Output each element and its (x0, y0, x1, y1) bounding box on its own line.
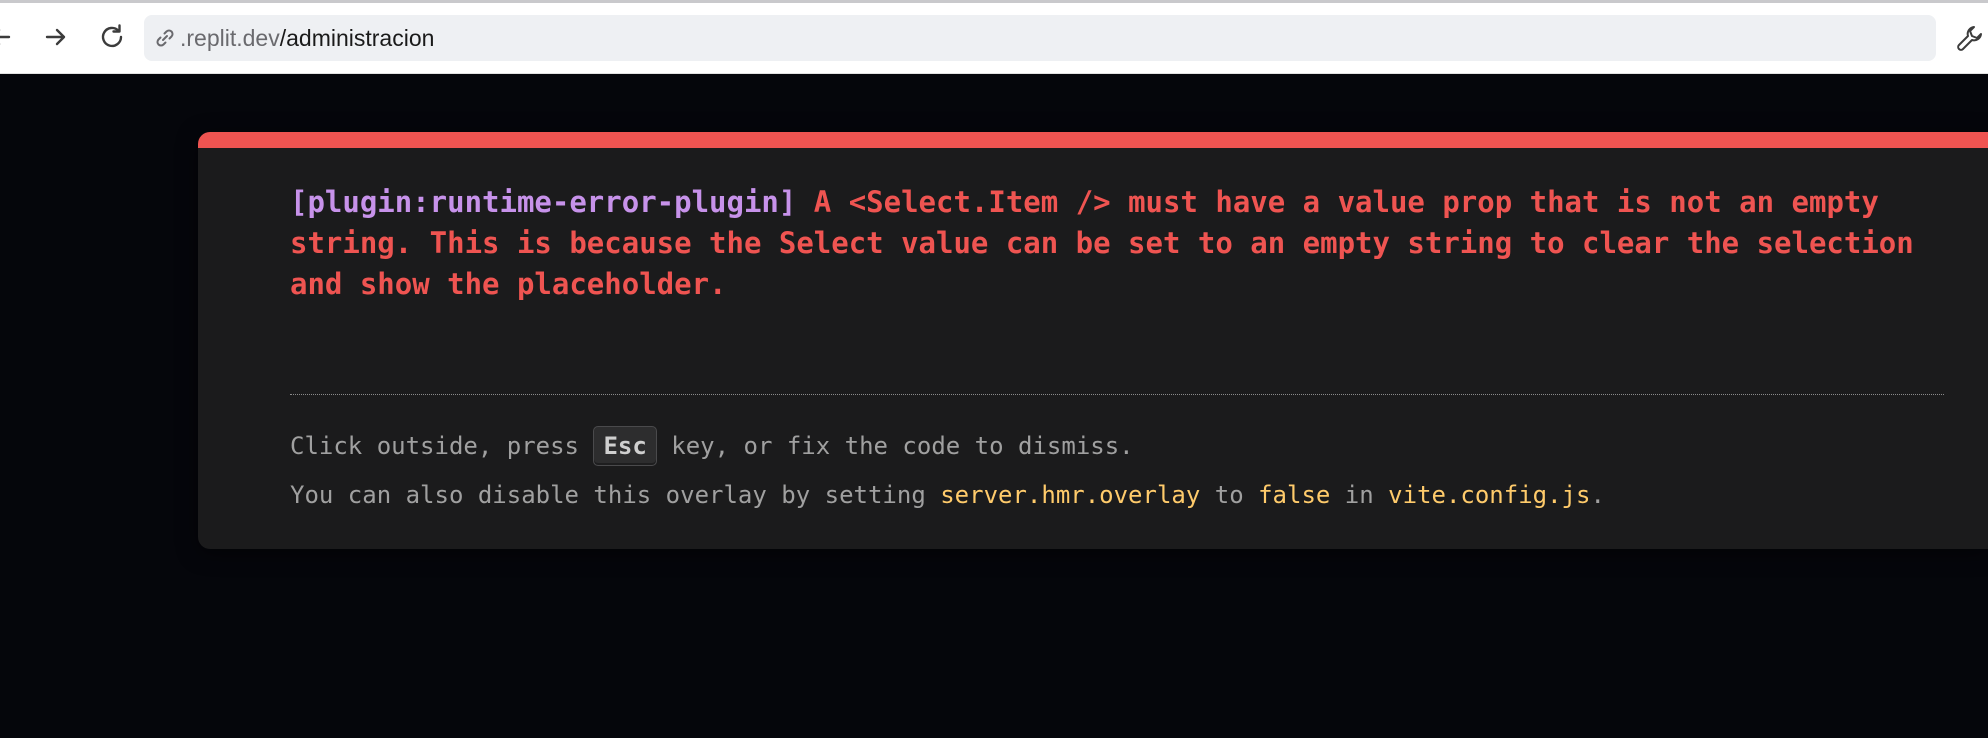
url-text: .replit.dev/administracion (180, 15, 434, 61)
tip-text: Click outside, press (290, 432, 594, 460)
link-icon (156, 29, 174, 47)
config-file: vite.config.js (1388, 481, 1591, 509)
reload-button[interactable] (90, 15, 134, 59)
esc-key: Esc (593, 426, 657, 466)
error-message: [plugin:runtime-error-plugin] A <Select.… (290, 182, 1960, 305)
config-key: server.hmr.overlay (940, 481, 1201, 509)
tip-text: to (1200, 481, 1259, 509)
dismiss-tip: Click outside, press Esc key, or fix the… (290, 426, 1134, 466)
forward-icon (45, 28, 66, 46)
tip-text: in (1330, 481, 1389, 509)
tip-text: key, or fix the code to dismiss. (656, 432, 1134, 460)
divider (290, 394, 1944, 395)
config-value: false (1258, 481, 1331, 509)
tip-text: . (1590, 481, 1605, 509)
forward-button[interactable] (34, 15, 78, 59)
disable-tip: You can also disable this overlay by set… (290, 477, 1605, 513)
tip-text: You can also disable this overlay by set… (290, 481, 941, 509)
reload-icon (101, 24, 123, 48)
browser-toolbar: .replit.dev/administracion (0, 3, 1988, 74)
url-domain: .replit.dev (180, 25, 280, 51)
back-button[interactable] (0, 15, 22, 59)
error-overlay: [plugin:runtime-error-plugin] A <Select.… (198, 132, 1988, 549)
wrench-icon[interactable] (1955, 23, 1985, 53)
address-bar[interactable]: .replit.dev/administracion (144, 15, 1936, 61)
error-plugin: [plugin:runtime-error-plugin] (290, 185, 797, 219)
back-icon (0, 29, 11, 45)
url-path: /administracion (279, 25, 435, 51)
